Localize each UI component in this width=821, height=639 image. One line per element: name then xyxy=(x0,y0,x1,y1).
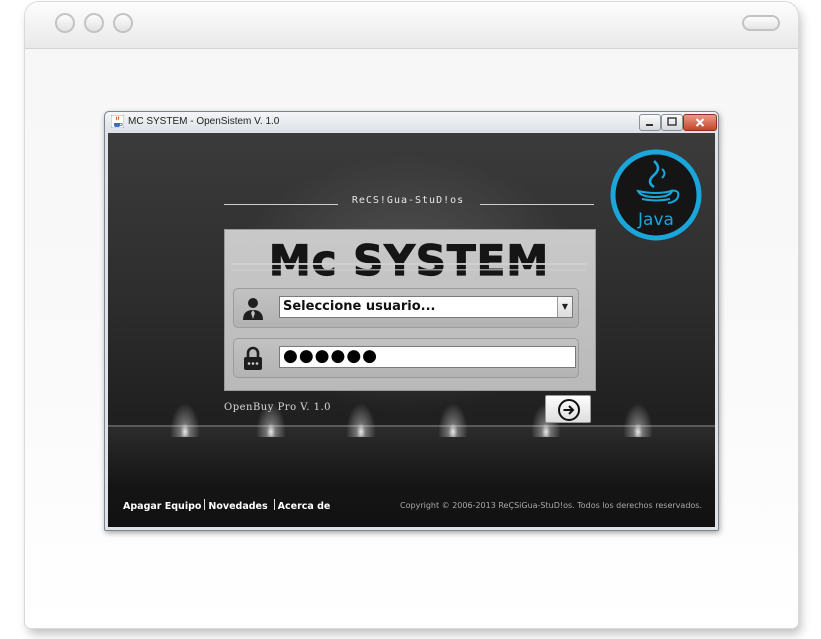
footer-links: Apagar Equipo Novedades Acerca de xyxy=(123,499,330,512)
mockup-circle-button xyxy=(55,13,75,33)
login-submit-button[interactable] xyxy=(545,395,591,423)
password-input[interactable]: ●●●●●● xyxy=(279,346,576,368)
login-panel: Mc SYSTEM Seleccione usuario... ▼ ●●●●●● xyxy=(224,229,596,391)
password-row: ●●●●●● xyxy=(233,338,579,378)
mockup-circle-button xyxy=(84,13,104,33)
close-button[interactable] xyxy=(683,114,717,131)
close-icon xyxy=(695,118,705,127)
arrow-right-circle-icon xyxy=(558,399,580,421)
copyright-text: Copyright © 2006-2013 ReÇSiGua-StuD!os. … xyxy=(400,501,702,510)
divider-line xyxy=(224,204,338,205)
app-window: MC SYSTEM - OpenSistem V. 1.0 ReCS!Gua-S… xyxy=(104,111,719,531)
spotlight xyxy=(346,403,376,437)
link-apagar-equipo[interactable]: Apagar Equipo xyxy=(123,501,201,512)
username-row: Seleccione usuario... ▼ xyxy=(233,288,579,328)
maximize-icon xyxy=(667,117,677,126)
link-acerca-de[interactable]: Acerca de xyxy=(278,501,331,512)
divider-line xyxy=(480,204,594,205)
window-title: MC SYSTEM - OpenSistem V. 1.0 xyxy=(128,116,280,127)
link-novedades[interactable]: Novedades xyxy=(208,501,267,512)
minimize-icon xyxy=(646,124,653,126)
studio-name: ReCS!Gua-StuD!os xyxy=(351,195,465,206)
mockup-pill-button xyxy=(742,15,780,31)
lock-icon xyxy=(244,346,262,370)
mockup-toolbar xyxy=(25,2,798,49)
link-separator xyxy=(204,499,206,510)
mockup-circle-button xyxy=(113,13,133,33)
spotlight xyxy=(438,403,468,437)
java-logo-icon: Java xyxy=(610,149,702,241)
minimize-button[interactable] xyxy=(639,114,661,131)
java-badge-text: Java xyxy=(637,210,674,230)
spotlight xyxy=(623,403,653,437)
spotlight xyxy=(170,403,200,437)
maximize-button[interactable] xyxy=(661,114,683,131)
mc-system-logo: Mc SYSTEM xyxy=(231,236,587,282)
window-titlebar[interactable]: MC SYSTEM - OpenSistem V. 1.0 xyxy=(105,112,718,132)
login-background: ReCS!Gua-StuD!os Java Mc SYSTEM Seleccio… xyxy=(108,133,715,527)
chevron-down-icon[interactable]: ▼ xyxy=(557,297,572,317)
link-separator xyxy=(273,499,275,510)
java-cup-icon xyxy=(111,115,124,128)
user-select-value: Seleccione usuario... xyxy=(283,299,436,314)
version-label: OpenBuy Pro V. 1.0 xyxy=(224,402,332,413)
logo-text: Mc SYSTEM xyxy=(269,236,549,282)
user-icon xyxy=(243,298,263,320)
user-select[interactable]: Seleccione usuario... ▼ xyxy=(279,296,573,318)
